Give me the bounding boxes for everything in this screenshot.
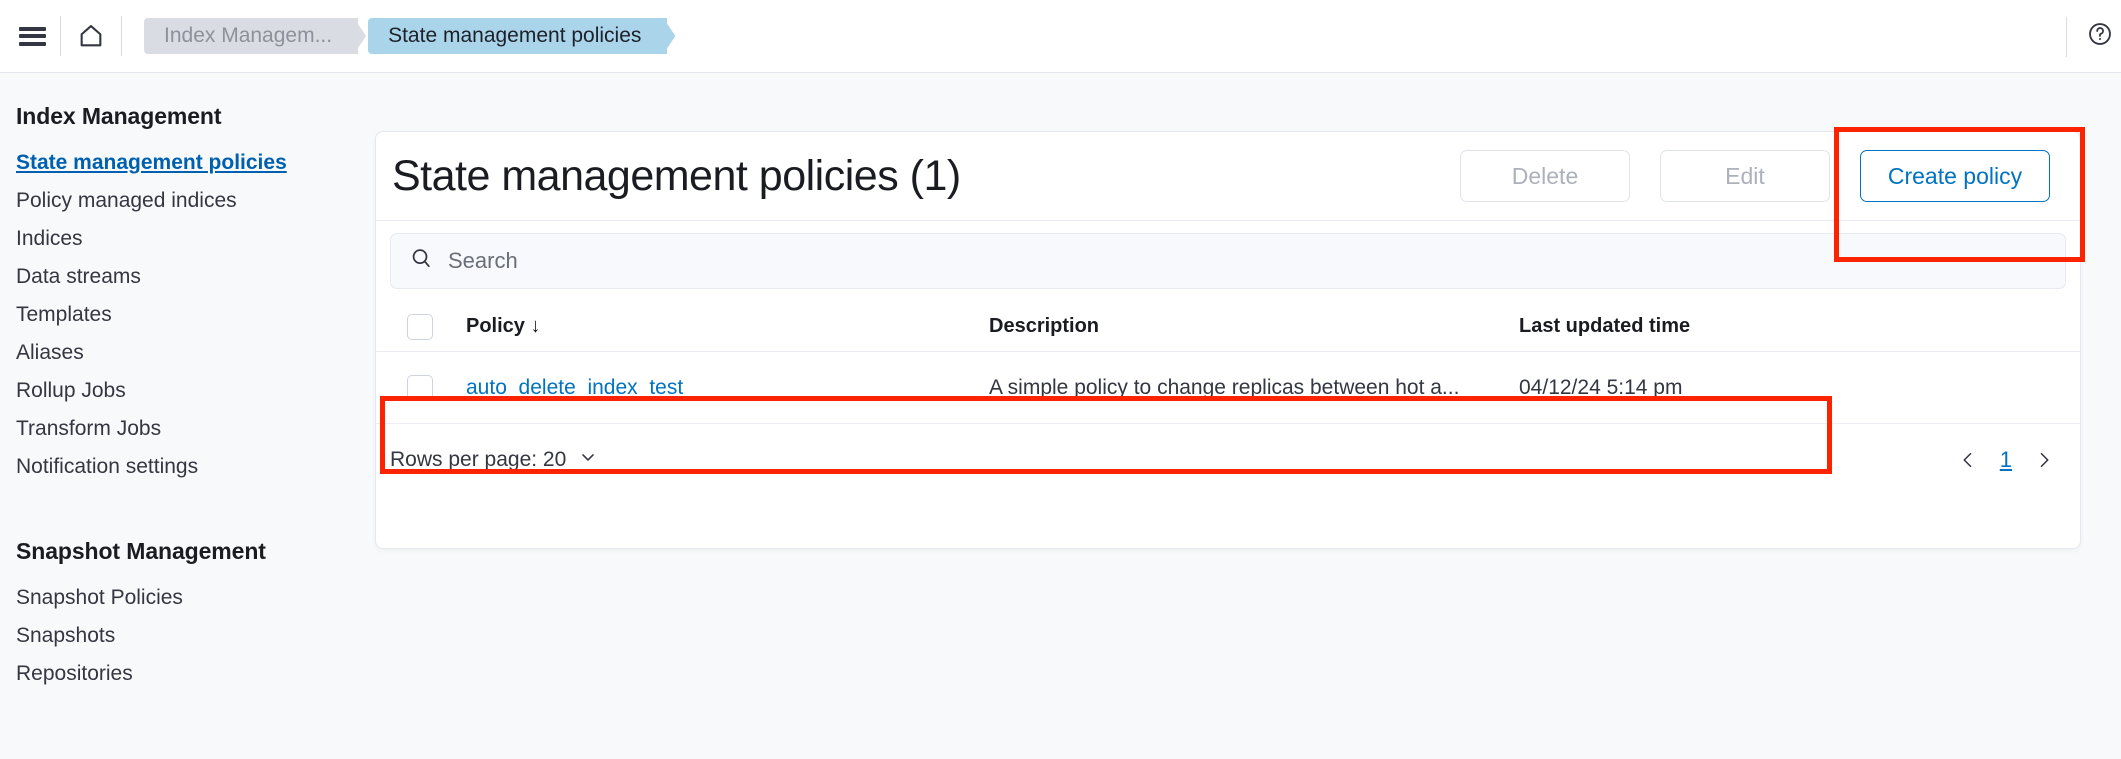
sidebar-navigation: Index Management State management polici… bbox=[0, 73, 375, 759]
create-policy-button-label: Create policy bbox=[1887, 162, 2023, 189]
sidebar-item-label: Rollup Jobs bbox=[16, 379, 126, 402]
sidebar-item-label: Data streams bbox=[16, 265, 141, 288]
pagination: 1 bbox=[1958, 447, 2054, 473]
create-policy-button[interactable]: Create policy bbox=[1860, 150, 2050, 202]
edit-button-label: Edit bbox=[1725, 162, 1765, 189]
column-header-policy-label: Policy bbox=[466, 315, 525, 337]
sidebar-item-policy-managed-indices[interactable]: Policy managed indices bbox=[14, 182, 375, 220]
search-input[interactable]: Search bbox=[390, 233, 2066, 289]
table-row[interactable]: auto_delete_index_test A simple policy t… bbox=[376, 352, 2080, 424]
toolbar-divider bbox=[121, 16, 122, 56]
sidebar-item-label: State management policies bbox=[16, 151, 287, 174]
column-header-policy[interactable]: Policy ↓ bbox=[454, 315, 989, 338]
cell-last-updated-time: 04/12/24 5:14 pm bbox=[1519, 375, 1683, 399]
top-navigation-bar: Index Managem... State management polici… bbox=[0, 0, 2121, 73]
breadcrumb-item-label: State management policies bbox=[388, 24, 642, 47]
home-icon[interactable] bbox=[65, 0, 117, 73]
column-header-description[interactable]: Description bbox=[989, 315, 1519, 338]
sidebar-item-label: Snapshots bbox=[16, 624, 116, 647]
column-header-last-updated-time-label: Last updated time bbox=[1519, 315, 1691, 337]
table-footer: Rows per page: 20 1 bbox=[376, 424, 2080, 496]
sort-descending-icon: ↓ bbox=[530, 315, 541, 337]
toolbar-divider bbox=[2066, 16, 2067, 57]
sidebar-item-label: Indices bbox=[16, 227, 83, 250]
row-checkbox-cell bbox=[376, 374, 454, 401]
delete-button-label: Delete bbox=[1511, 162, 1579, 189]
cell-description: A simple policy to change replicas betwe… bbox=[989, 375, 1460, 399]
sidebar-item-transform-jobs[interactable]: Transform Jobs bbox=[14, 410, 375, 448]
hamburger-lines bbox=[18, 26, 46, 46]
rows-per-page-label: Rows per page: 20 bbox=[390, 448, 567, 471]
sidebar-item-label: Notification settings bbox=[16, 455, 199, 478]
select-all-checkbox-cell bbox=[376, 313, 454, 340]
sidebar-item-label: Policy managed indices bbox=[16, 189, 237, 212]
sidebar-item-notification-settings[interactable]: Notification settings bbox=[14, 448, 375, 486]
page-title: State management policies (1) bbox=[392, 151, 961, 200]
policy-link[interactable]: auto_delete_index_test bbox=[466, 376, 683, 399]
column-header-last-updated-time[interactable]: Last updated time bbox=[1519, 315, 2080, 338]
rows-per-page-selector[interactable]: Rows per page: 20 bbox=[390, 447, 598, 473]
sidebar-item-label: Repositories bbox=[16, 662, 133, 685]
chevron-down-icon bbox=[578, 447, 598, 473]
sidebar-section-heading-snapshot-management: Snapshot Management bbox=[16, 538, 266, 564]
help-circle-icon[interactable] bbox=[2087, 21, 2113, 52]
sidebar-item-snapshot-policies[interactable]: Snapshot Policies bbox=[14, 579, 375, 617]
breadcrumb-item-state-management-policies[interactable]: State management policies bbox=[368, 18, 668, 54]
breadcrumb-item-label: Index Managem... bbox=[164, 24, 333, 47]
breadcrumb: Index Managem... State management polici… bbox=[144, 0, 677, 72]
chevron-right-icon[interactable] bbox=[2034, 449, 2054, 471]
sidebar-section-heading-index-management: Index Management bbox=[16, 103, 222, 129]
panel-header: State management policies (1) Delete Edi… bbox=[376, 132, 2080, 221]
sidebar-item-templates[interactable]: Templates bbox=[14, 296, 375, 334]
pagination-page-1[interactable]: 1 bbox=[2000, 447, 2012, 473]
hamburger-line bbox=[18, 41, 46, 46]
hamburger-line bbox=[18, 26, 46, 31]
topbar-right-group bbox=[2066, 0, 2113, 73]
panel-action-buttons: Delete Edit Create policy bbox=[1460, 150, 2050, 202]
chevron-left-icon[interactable] bbox=[1958, 449, 1978, 471]
sidebar-item-data-streams[interactable]: Data streams bbox=[14, 258, 375, 296]
cell-policy: auto_delete_index_test bbox=[454, 376, 989, 400]
column-header-description-label: Description bbox=[989, 315, 1100, 337]
hamburger-line bbox=[18, 34, 46, 38]
delete-button[interactable]: Delete bbox=[1460, 150, 1630, 202]
state-management-policies-panel: State management policies (1) Delete Edi… bbox=[375, 131, 2081, 549]
sidebar-item-label: Aliases bbox=[16, 341, 84, 364]
sidebar-item-label: Snapshot Policies bbox=[16, 586, 183, 609]
sidebar-item-repositories[interactable]: Repositories bbox=[14, 655, 375, 693]
search-icon bbox=[409, 246, 434, 276]
edit-button[interactable]: Edit bbox=[1660, 150, 1830, 202]
search-placeholder: Search bbox=[448, 248, 518, 273]
topbar-left-group: Index Managem... State management polici… bbox=[0, 0, 677, 72]
table-header-row: Policy ↓ Description Last updated time bbox=[376, 302, 2080, 352]
sidebar-item-snapshots[interactable]: Snapshots bbox=[14, 617, 375, 655]
sidebar-item-aliases[interactable]: Aliases bbox=[14, 334, 375, 372]
sidebar-item-label: Transform Jobs bbox=[16, 417, 162, 440]
breadcrumb-item-index-management[interactable]: Index Managem... bbox=[144, 18, 359, 54]
sidebar-item-indices[interactable]: Indices bbox=[14, 220, 375, 258]
toolbar-divider bbox=[60, 16, 61, 56]
hamburger-menu-icon[interactable] bbox=[8, 0, 56, 73]
row-select-checkbox[interactable] bbox=[407, 374, 433, 401]
sidebar-item-label: Templates bbox=[16, 303, 112, 326]
select-all-checkbox[interactable] bbox=[407, 313, 433, 340]
sidebar-item-state-management-policies[interactable]: State management policies bbox=[14, 144, 375, 182]
sidebar-item-rollup-jobs[interactable]: Rollup Jobs bbox=[14, 372, 375, 410]
